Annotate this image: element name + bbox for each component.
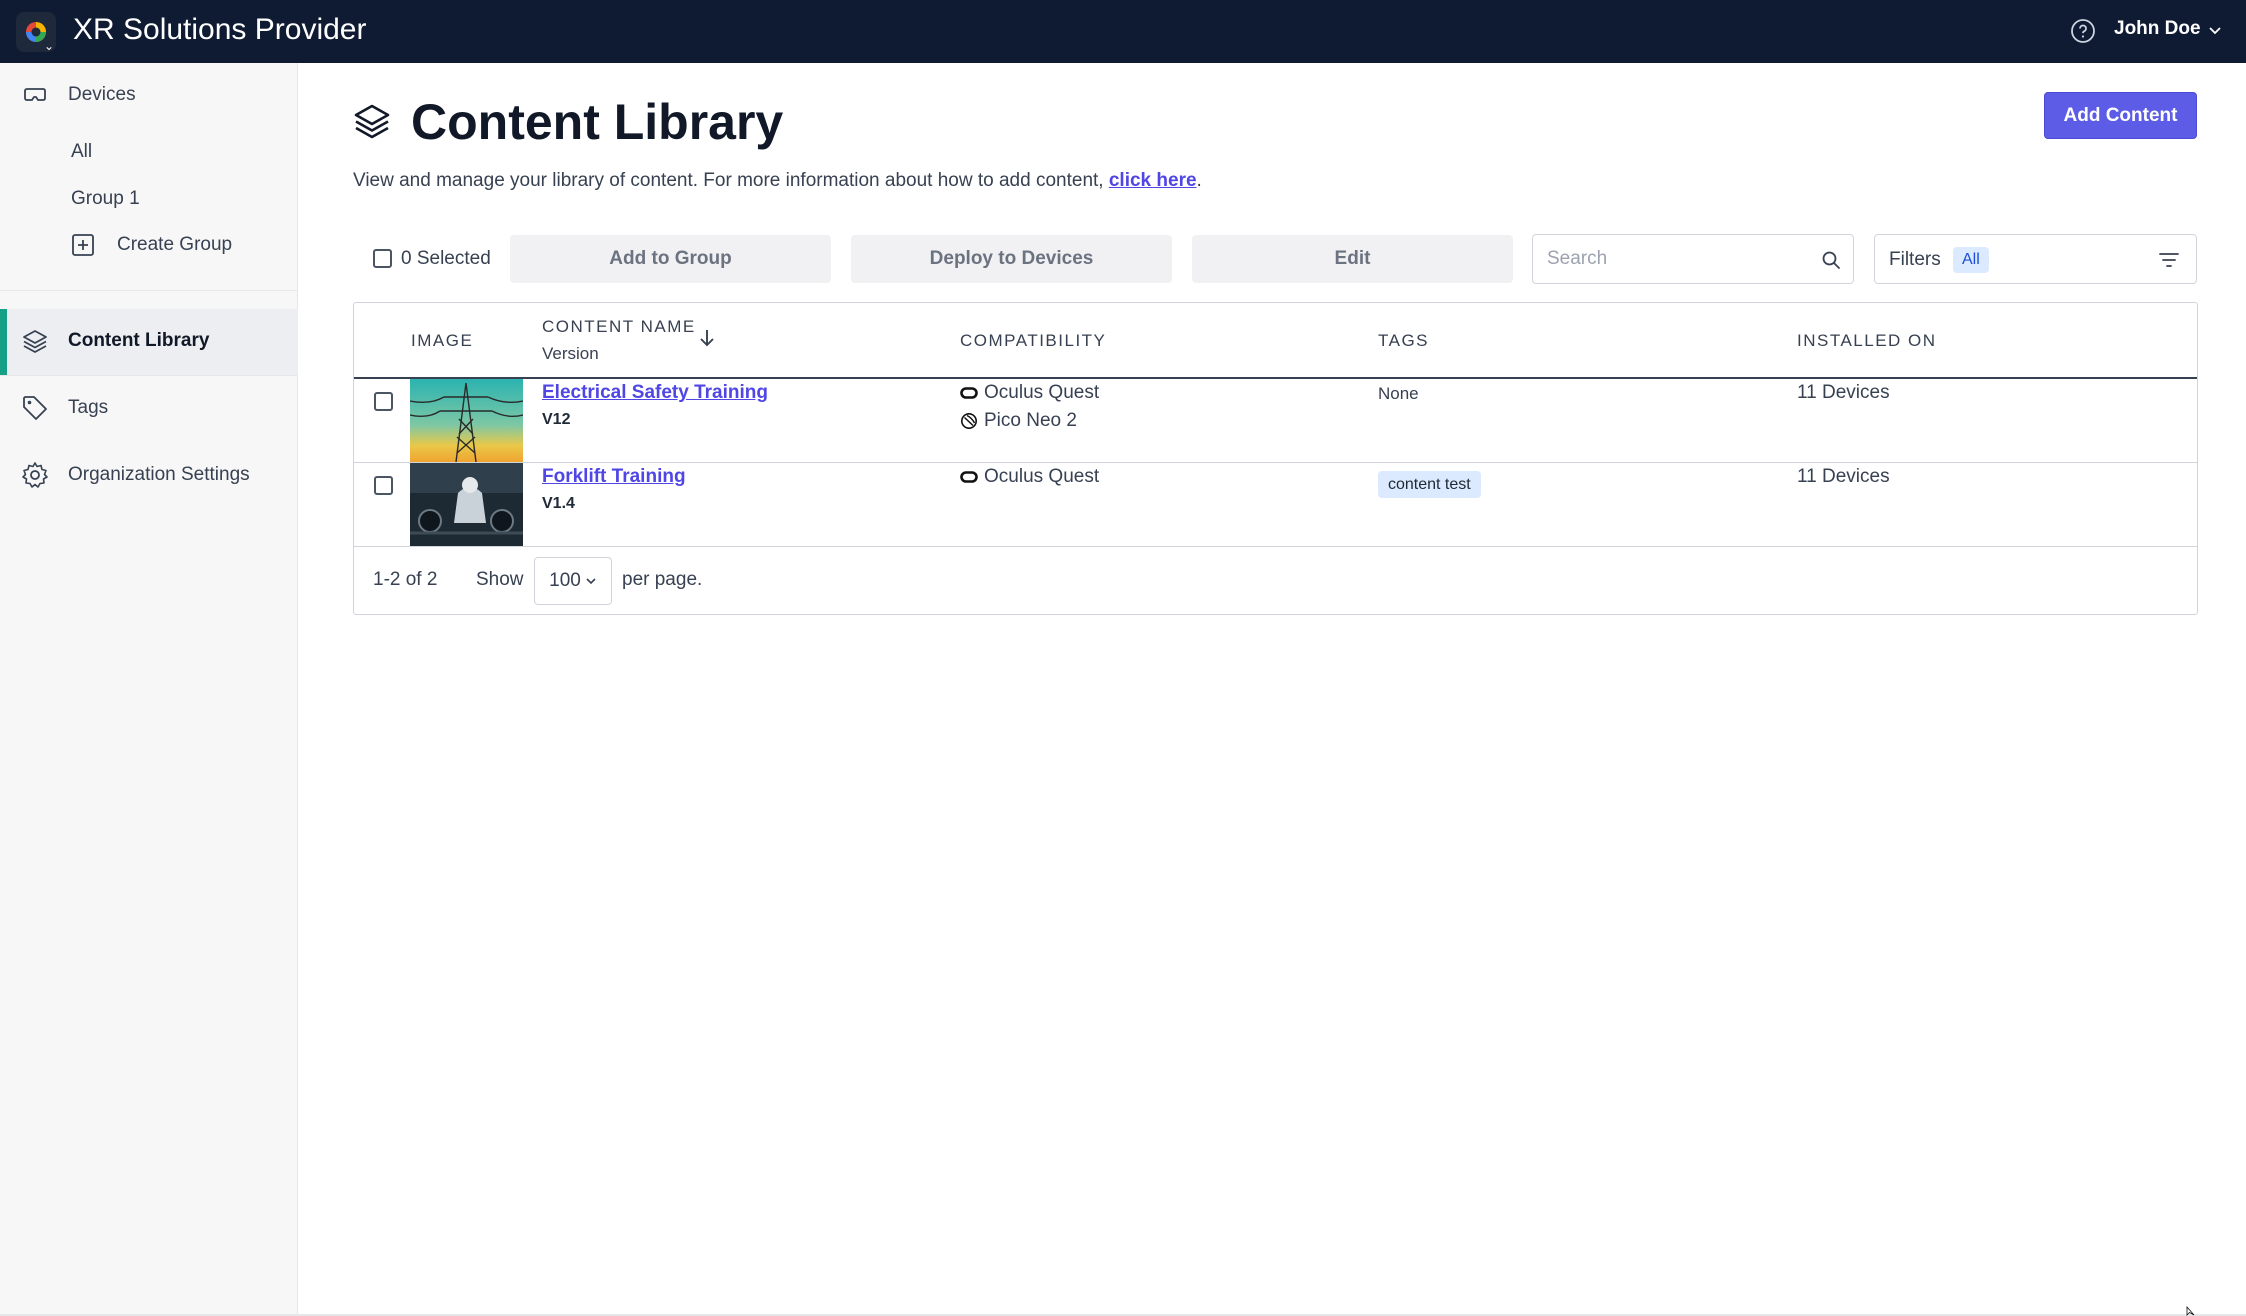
sidebar-item-tags[interactable]: Tags [21,394,108,422]
sidebar-item-content-library[interactable]: Content Library [21,327,209,355]
content-version: V12 [542,411,571,428]
column-header-content-name[interactable]: CONTENT NAME [542,317,696,337]
installed-on-count[interactable]: 11 Devices [1797,382,1890,404]
row-divider [354,462,2197,463]
search-input[interactable] [1547,247,1807,271]
user-menu-name[interactable]: John Doe [2114,18,2201,40]
page-description: View and manage your library of content.… [353,170,1202,192]
pagination-per-page-label: per page. [622,569,703,590]
sidebar-item-all[interactable]: All [71,141,92,163]
filters-badge: All [1953,247,1989,273]
oculus-icon [960,471,978,483]
top-bar: ⌄ XR Solutions Provider John Doe [0,0,2246,63]
column-header-image: IMAGE [411,331,474,350]
column-header-version: Version [542,344,599,363]
row-divider [354,546,2197,547]
electrical-tower-image [410,379,523,462]
layers-icon [23,330,47,353]
oculus-icon [960,387,978,399]
compatibility-device-name: Oculus Quest [984,466,1100,487]
installed-on-count[interactable]: 11 Devices [1797,466,1890,488]
layers-icon [354,104,390,139]
select-all-checkbox[interactable] [373,249,392,268]
sidebar-item-label: Devices [68,84,136,105]
chevron-down-icon[interactable] [2208,23,2222,37]
compatibility-oculus-quest: Oculus Quest [960,382,1099,404]
compatibility-oculus-quest: Oculus Quest [960,466,1099,488]
tag-icon [23,396,47,420]
row-checkbox[interactable] [374,476,393,495]
mouse-cursor-icon [2186,1306,2195,1316]
column-header-tags: TAGS [1378,331,1430,350]
pico-icon [961,413,977,429]
sidebar: Devices All Group 1 Create Group Content… [0,63,298,1316]
search-icon[interactable] [1820,249,1842,271]
sidebar-item-label: Content Library [68,330,210,351]
per-page-select[interactable]: 100 [534,557,612,605]
page-description-text: View and manage your library of content.… [353,170,1109,191]
selected-count: 0 Selected [401,248,491,269]
sidebar-item-devices[interactable]: Devices [21,81,136,109]
forklift-operator-image [410,463,523,546]
add-content-button[interactable]: Add Content [2044,92,2197,139]
compatibility-device-name: Pico Neo 2 [984,410,1077,431]
page-title: Content Library [411,94,784,150]
sidebar-item-organization-settings[interactable]: Organization Settings [21,461,250,489]
tags-value: None [1378,384,1419,403]
vr-headset-icon [24,88,46,101]
filters-label: Filters [1889,249,1941,270]
pagination-show-label: Show [476,569,524,590]
content-name-link[interactable]: Forklift Training [542,466,686,488]
tag-chip[interactable]: content test [1378,471,1481,498]
sidebar-item-label: Organization Settings [68,464,250,485]
per-page-value: 100 [549,570,581,591]
gear-icon [22,462,48,488]
content-thumbnail [410,463,523,546]
pagination-range: 1-2 of 2 [373,569,438,590]
deploy-to-devices-button[interactable]: Deploy to Devices [851,235,1172,283]
filters-dropdown[interactable]: Filters All [1874,234,2197,284]
sidebar-item-label: Tags [68,397,109,418]
add-to-group-button[interactable]: Add to Group [510,235,831,283]
help-icon[interactable] [2070,18,2096,44]
search-box [1532,234,1854,284]
content-thumbnail [410,379,523,462]
column-header-installed-on: INSTALLED ON [1797,331,1937,350]
app-title: XR Solutions Provider [73,13,367,46]
row-checkbox[interactable] [374,392,393,411]
compatibility-pico-neo-2: Pico Neo 2 [960,410,1077,432]
chevron-down-icon [586,578,596,585]
sort-descending-icon[interactable] [698,327,716,349]
chevron-down-icon[interactable]: ⌄ [44,40,54,52]
sidebar-item-label: Group 1 [71,188,140,209]
table-header-divider [354,377,2197,379]
content-version: V1.4 [542,495,575,512]
page-description-end: . [1196,170,1202,191]
content-table: IMAGE CONTENT NAME Version COMPATIBILITY… [353,302,2198,615]
compatibility-device-name: Oculus Quest [984,382,1100,403]
sidebar-divider [0,375,298,376]
sidebar-item-group-1[interactable]: Group 1 [71,188,140,210]
content-name-link[interactable]: Electrical Safety Training [542,382,768,404]
edit-button[interactable]: Edit [1192,235,1513,283]
sidebar-item-create-group[interactable]: Create Group [71,233,232,257]
plus-square-icon [72,234,94,256]
sidebar-item-label: Create Group [117,234,233,255]
sidebar-divider [0,290,298,291]
help-link[interactable]: click here [1109,170,1197,191]
filter-icon [2159,253,2179,267]
sidebar-item-label: All [71,141,93,162]
column-header-compatibility: COMPATIBILITY [960,331,1107,350]
